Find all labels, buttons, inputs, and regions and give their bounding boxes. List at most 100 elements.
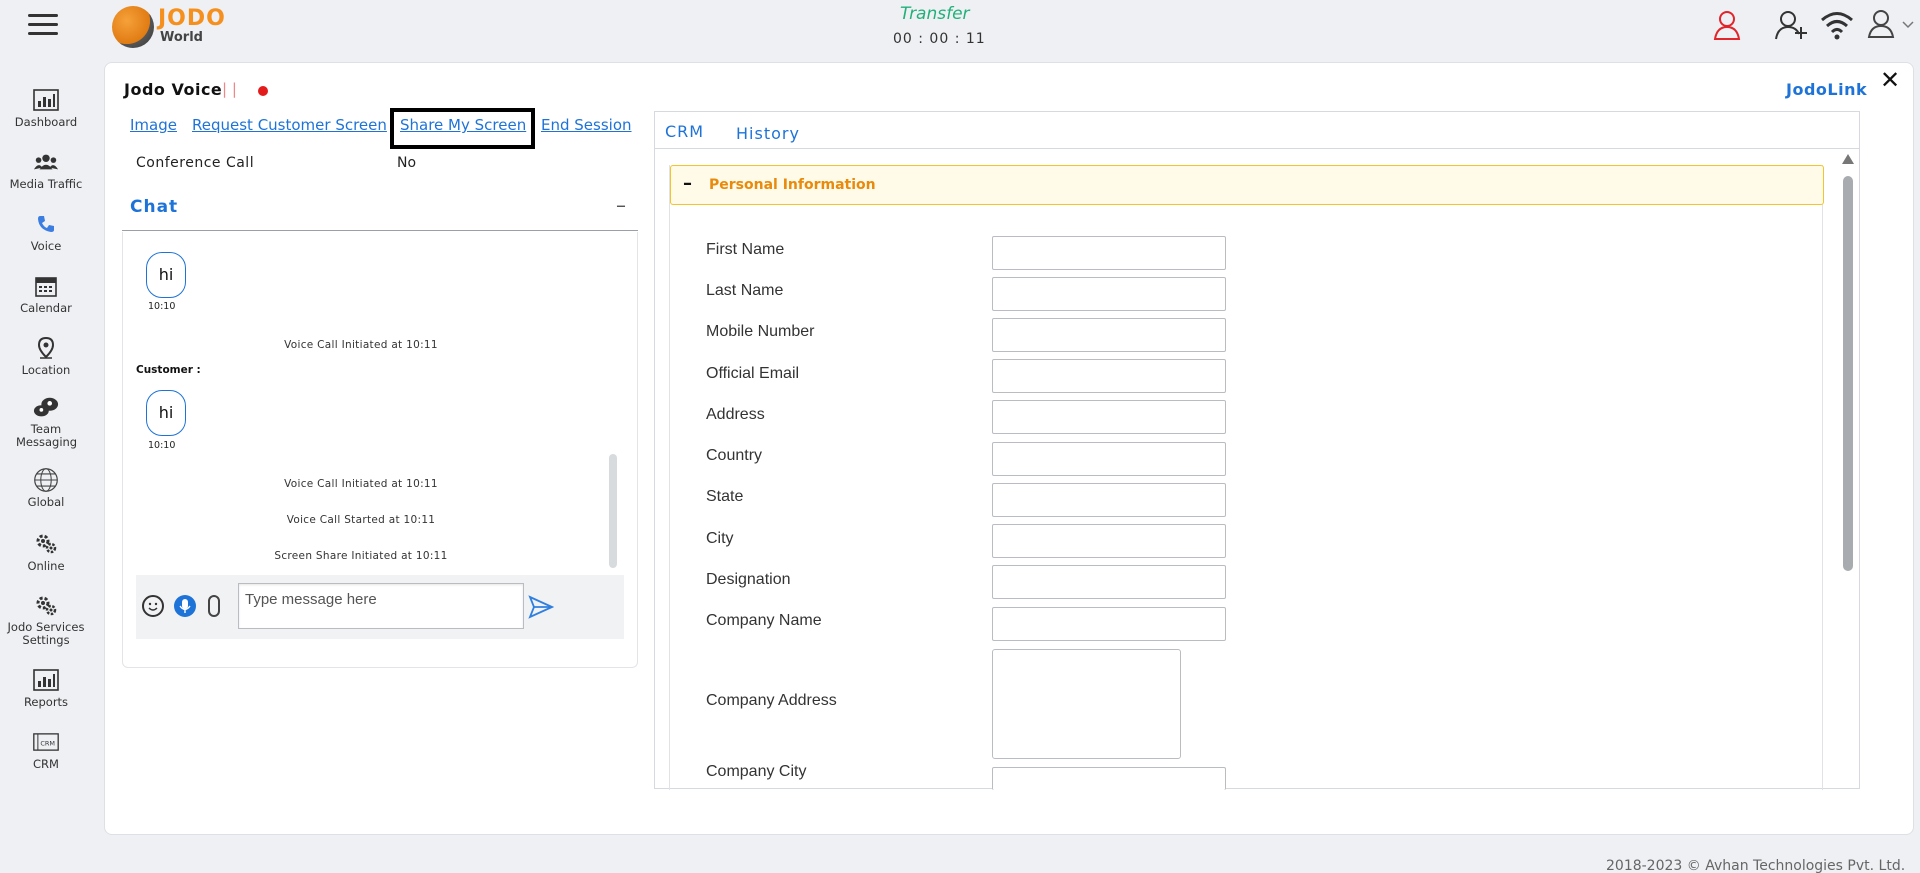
country-input[interactable] — [992, 442, 1226, 476]
logo-text-top: JODO — [158, 6, 226, 31]
last-name-input[interactable] — [992, 277, 1226, 311]
chat-scrollbar[interactable] — [609, 454, 617, 568]
jodolink-link[interactable]: JodoLink — [1786, 80, 1867, 99]
send-icon[interactable] — [528, 595, 554, 619]
emoji-icon[interactable] — [142, 595, 164, 617]
sidebar-item-label: Global — [27, 495, 65, 509]
tab-history[interactable]: History — [736, 124, 800, 143]
sidebar-item-media-traffic[interactable]: Media Traffic — [0, 150, 92, 191]
system-message: Voice Call Initiated at 10:11 — [284, 339, 438, 351]
state-input[interactable] — [992, 483, 1226, 517]
phone-icon — [38, 216, 54, 232]
first-name-input[interactable] — [992, 236, 1226, 270]
hamburger-menu-icon[interactable] — [28, 14, 58, 36]
gears-icon — [36, 596, 57, 616]
sidebar-item-reports[interactable]: Reports — [0, 668, 92, 709]
logo-text-bottom: World — [160, 30, 203, 45]
scroll-up-arrow-icon[interactable] — [1842, 154, 1854, 164]
crm-icon: CRM — [33, 733, 59, 751]
designation-input[interactable] — [992, 565, 1226, 599]
city-input[interactable] — [992, 524, 1226, 558]
sidebar-item-dashboard[interactable]: Dashboard — [0, 88, 92, 129]
svg-text:CRM: CRM — [40, 739, 55, 747]
sidebar-item-label: Team Messaging — [16, 422, 78, 449]
sidebar-item-crm[interactable]: CRM CRM — [0, 730, 92, 771]
microphone-icon[interactable] — [174, 595, 196, 617]
chat-title: Chat — [130, 197, 179, 217]
sidebar-item-label: Location — [21, 363, 71, 377]
collapse-icon[interactable]: – — [683, 173, 692, 194]
country-label: Country — [706, 447, 763, 464]
add-user-icon[interactable] — [1774, 8, 1808, 42]
sidebar-item-team-messaging[interactable]: Team Messaging — [0, 396, 92, 449]
mobile-number-input[interactable] — [992, 318, 1226, 352]
globe-icon — [34, 468, 58, 492]
user-account-icon[interactable] — [1866, 8, 1900, 42]
crm-panel: CRM History – Personal Information First… — [654, 111, 1860, 790]
official-email-input[interactable] — [992, 359, 1226, 393]
company-name-label: Company Name — [706, 612, 822, 629]
location-pin-icon — [37, 337, 55, 359]
tab-crm[interactable]: CRM — [665, 122, 704, 141]
jodo-world-logo: JODO World — [112, 4, 232, 48]
crm-form: – Personal Information First Name Last N… — [669, 165, 1824, 790]
sidebar-item-label: Media Traffic — [9, 177, 83, 191]
attachment-icon[interactable] — [208, 595, 220, 617]
mobile-number-label: Mobile Number — [706, 323, 815, 340]
sidebar-item-voice[interactable]: Voice — [0, 212, 92, 253]
sidebar-item-jodo-services-settings[interactable]: Jodo Services Settings — [0, 594, 92, 647]
chat-header: Chat – — [122, 193, 638, 231]
crm-scrollbar[interactable] — [1842, 154, 1854, 782]
system-message: Voice Call Started at 10:11 — [286, 514, 436, 526]
globe-logo-icon — [112, 6, 154, 48]
system-message: Screen Share Initiated at 10:11 — [274, 550, 448, 562]
company-address-label: Company Address — [706, 692, 837, 709]
call-timer: 00 : 00 : 11 — [893, 31, 986, 47]
message-input[interactable] — [238, 583, 524, 629]
sidebar-item-online[interactable]: Online — [0, 532, 92, 573]
wifi-icon[interactable] — [1820, 8, 1854, 42]
sidebar-item-label: Voice — [30, 239, 62, 253]
message-time: 10:10 — [148, 440, 176, 451]
chat-compose-bar — [136, 575, 624, 639]
image-link[interactable]: Image — [130, 116, 177, 134]
reports-icon — [33, 669, 59, 691]
company-name-input[interactable] — [992, 607, 1226, 641]
customer-label: Customer : — [136, 364, 201, 376]
request-customer-screen-link[interactable]: Request Customer Screen — [192, 116, 387, 134]
personal-information-header[interactable]: – Personal Information — [670, 165, 1824, 205]
chevron-down-icon[interactable] — [1902, 20, 1914, 30]
address-input[interactable] — [992, 400, 1226, 434]
sidebar-item-label: Dashboard — [14, 115, 78, 129]
top-bar: JODO World Transfer 00 : 00 : 11 — [0, 0, 1920, 52]
media-traffic-icon — [33, 154, 59, 170]
sidebar-item-location[interactable]: Location — [0, 336, 92, 377]
end-session-link[interactable]: End Session — [541, 116, 632, 134]
red-user-icon[interactable] — [1710, 8, 1744, 42]
close-icon[interactable]: ✕ — [1876, 66, 1904, 94]
company-city-input[interactable] — [992, 767, 1226, 790]
recording-indicator — [258, 86, 268, 96]
designation-label: Designation — [706, 571, 791, 588]
message-time: 10:10 — [148, 301, 176, 312]
section-title: Personal Information — [709, 177, 876, 193]
company-address-textarea[interactable] — [992, 649, 1181, 759]
company-city-label: Company City — [706, 763, 807, 780]
chat-bubble: hi — [146, 390, 186, 436]
dashboard-icon — [33, 89, 59, 111]
sidebar-item-global[interactable]: Global — [0, 468, 92, 509]
gears-icon — [36, 534, 57, 554]
footer-copyright: 2018-2023 © Avhan Technologies Pvt. Ltd. — [1606, 858, 1906, 873]
sidebar-item-calendar[interactable]: Calendar — [0, 274, 92, 315]
last-name-label: Last Name — [706, 282, 784, 299]
voice-title: Jodo Voice — [124, 80, 223, 99]
system-message: Voice Call Initiated at 10:11 — [284, 478, 438, 490]
city-label: City — [706, 530, 734, 547]
conference-call-label: Conference Call — [136, 155, 255, 171]
crm-tab-bar: CRM History — [655, 112, 1859, 149]
minimize-icon[interactable]: – — [616, 193, 626, 217]
scrollbar-thumb[interactable] — [1843, 176, 1853, 571]
chat-bubble: hi — [146, 252, 186, 298]
share-screen-highlight — [390, 108, 535, 149]
official-email-label: Official Email — [706, 365, 800, 382]
